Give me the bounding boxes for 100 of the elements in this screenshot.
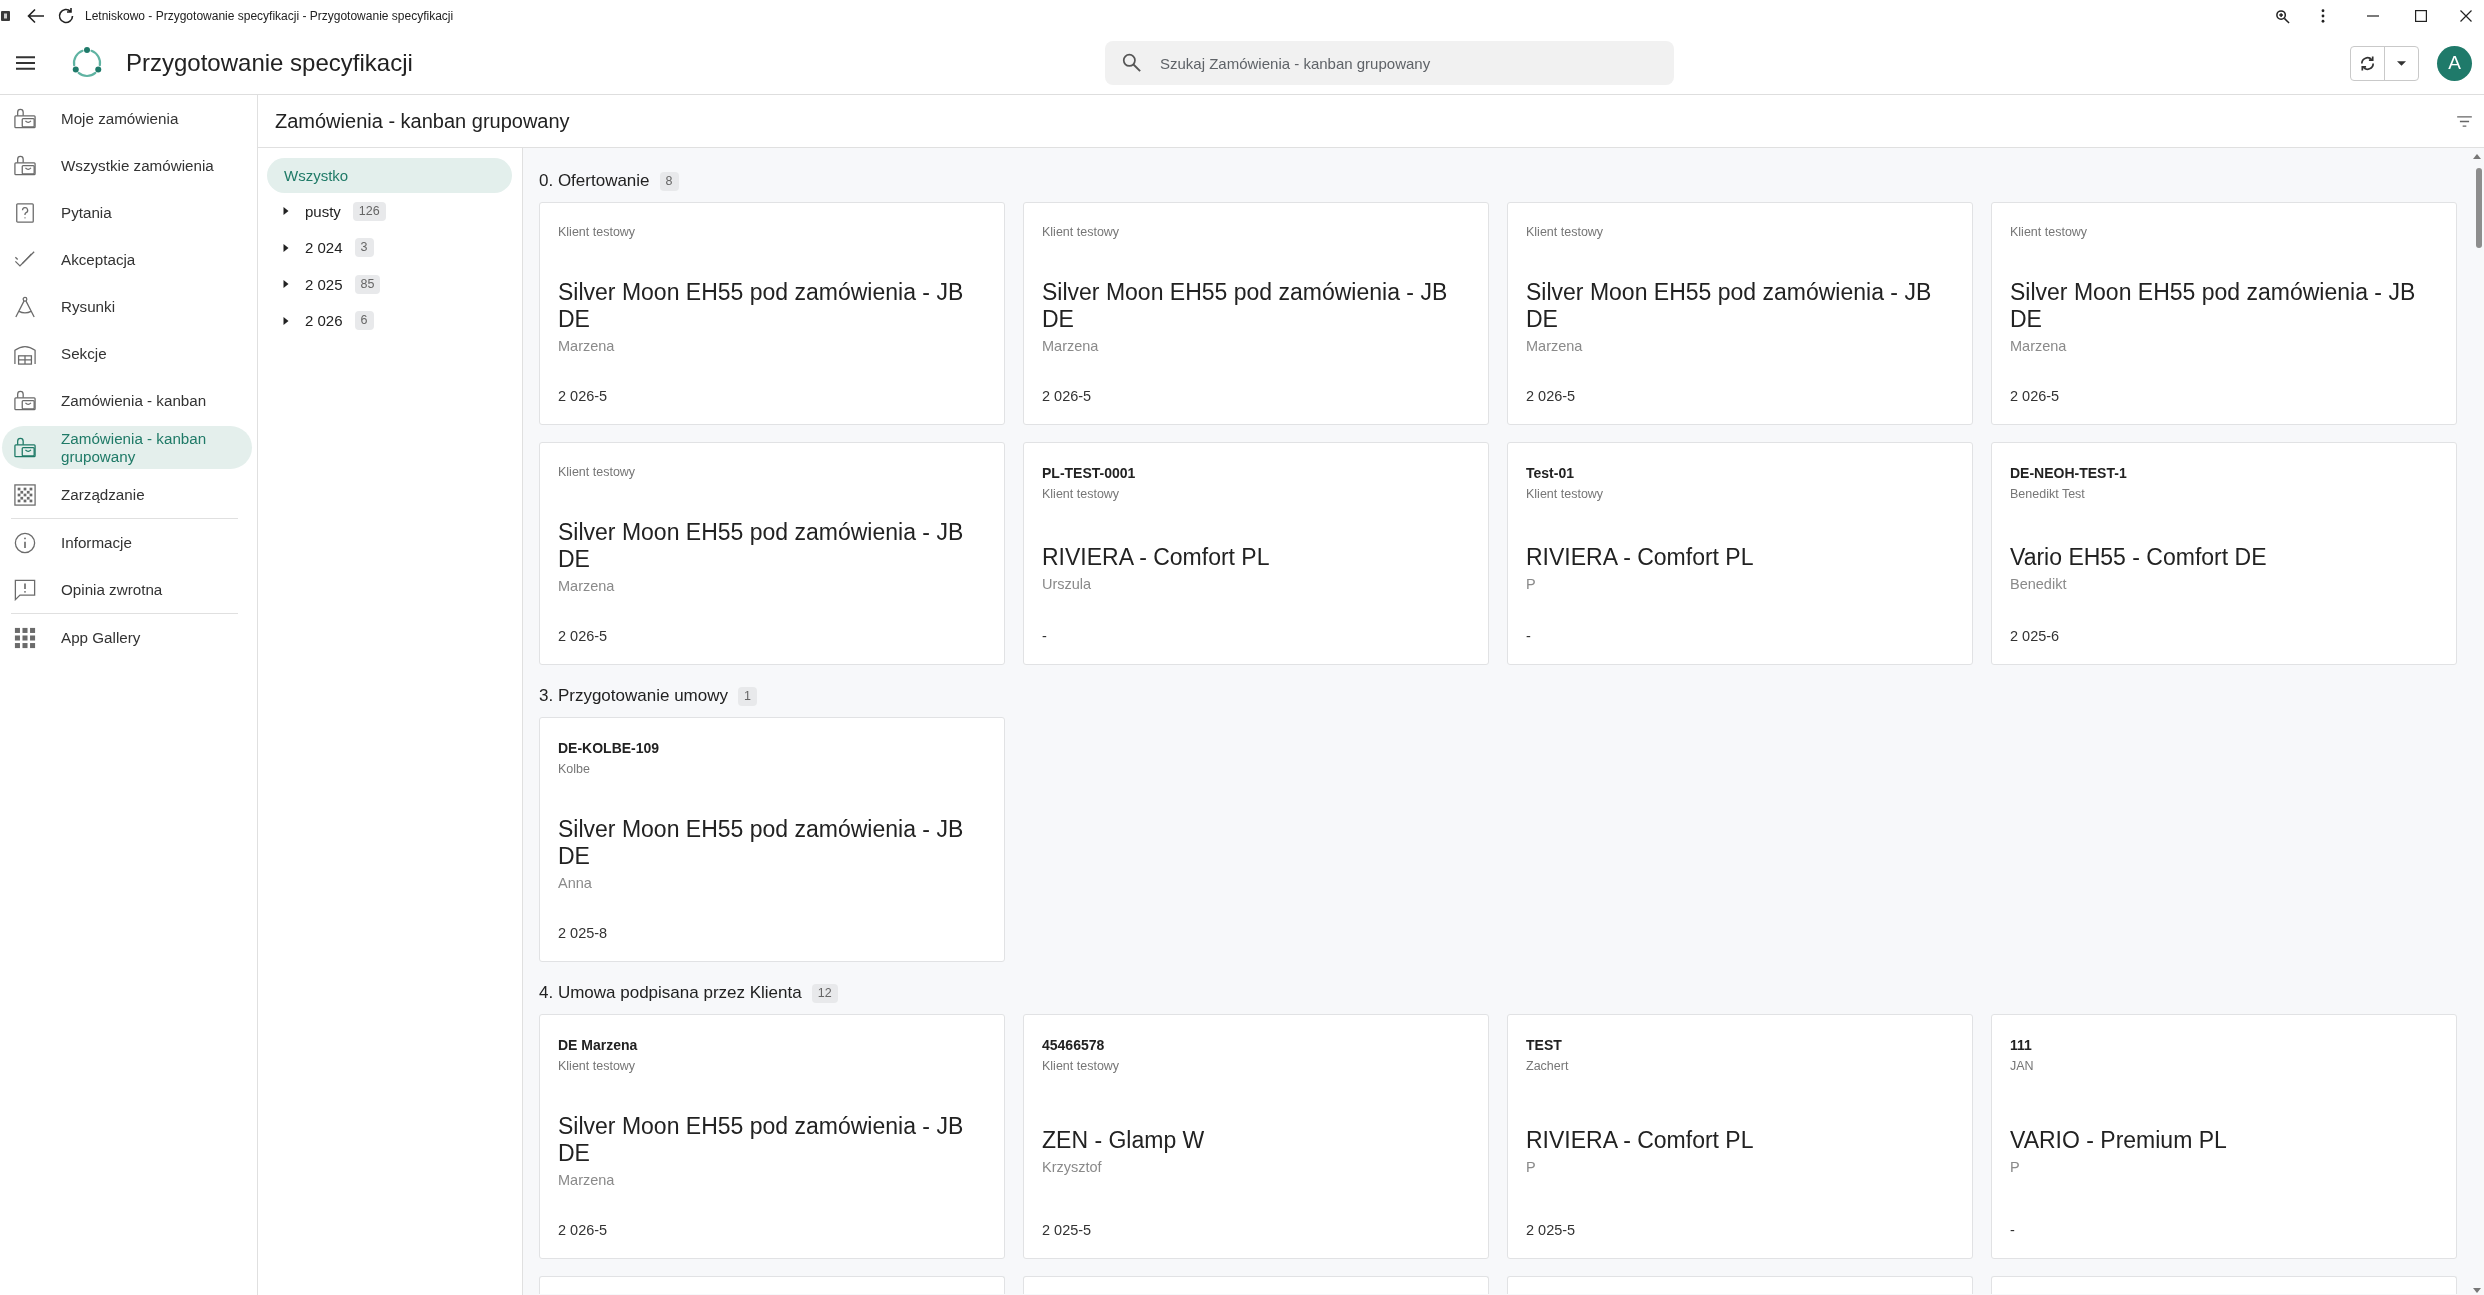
tree-item[interactable]: Wszystko (267, 158, 512, 193)
client-name: Klient testowy (1042, 224, 1120, 241)
count-badge: 8 (659, 171, 679, 191)
order-card[interactable]: DE Marzena Klient testowy Silver Moon EH55 pod zamówienia - JB DE Marzena 2 026-5 (539, 1014, 1005, 1259)
order-card[interactable]: Klient testowy Silver Moon EH55 pod zamówienia - JB DE Marzena 2 026-5 (1507, 202, 1973, 425)
shopping-bag-icon (14, 107, 36, 130)
order-title: RIVIERA - Comfort PL (1526, 543, 1754, 571)
group-title: 0. Ofertowanie (539, 171, 650, 191)
count-badge: 3 (354, 238, 374, 258)
order-code: 111 (2010, 1036, 2032, 1055)
avatar[interactable]: A (2437, 45, 2472, 81)
sidebar-item[interactable]: Zarządzanie (2, 473, 252, 516)
sidebar-item[interactable]: Zamówienia - kanban grupowany (2, 426, 252, 469)
maximize-icon[interactable] (2415, 10, 2427, 22)
sidebar-item[interactable]: Informacje (2, 521, 252, 564)
order-card[interactable]: Test-01 Klient testowy RIVIERA - Comfort PL P - (1507, 442, 1973, 665)
order-card[interactable]: Klient testowy Silver Moon EH55 pod zamówienia - JB DE Marzena 2 026-5 (1023, 202, 1489, 425)
order-card[interactable]: 111 JAN VARIO - Premium PL P - (1991, 1014, 2457, 1259)
zoom-in-icon[interactable] (2275, 8, 2290, 24)
client-name: Benedikt Test (2010, 486, 2085, 503)
tree-item[interactable]: pusty 126 (258, 193, 512, 230)
question-mark-icon (14, 201, 36, 224)
order-code: DE Marzena (558, 1036, 638, 1055)
shopping-bag-icon (14, 154, 36, 177)
reload-icon[interactable] (57, 7, 75, 25)
count-badge: 126 (352, 201, 386, 221)
order-card[interactable]: DE-KOLBE-109 Kolbe Silver Moon EH55 pod zamówienia - JB DE Anna 2 025-8 (539, 717, 1005, 962)
order-code: TEST (1526, 1036, 1562, 1055)
caret-right-icon[interactable] (282, 206, 290, 217)
person-name: Marzena (1526, 337, 1583, 356)
app-title: Przygotowanie specyfikacji (126, 49, 413, 77)
count-badge: 6 (354, 311, 374, 331)
back-arrow-icon[interactable] (27, 7, 45, 25)
caret-right-icon[interactable] (282, 279, 290, 290)
filter-icon[interactable] (2457, 115, 2472, 127)
person-name: P (1526, 1157, 1536, 1177)
scroll-up-icon[interactable] (2473, 154, 2481, 159)
person-name: Marzena (558, 1171, 615, 1190)
order-date: 2 026-5 (1042, 387, 1092, 406)
shopping-bag-icon (14, 436, 36, 459)
apps-grid-icon (14, 626, 36, 649)
order-card[interactable]: Klient testowy Silver Moon EH55 pod zamówienia - JB DE Marzena 2 026-5 (539, 202, 1005, 425)
tree-item[interactable]: 2 024 3 (258, 229, 512, 266)
order-date: 2 026-5 (558, 627, 608, 646)
order-card[interactable]: Klient testowy Silver Moon EH55 pod zamówienia - JB DE Marzena 2 026-5 (1991, 202, 2457, 425)
person-name: Marzena (558, 577, 615, 596)
sidebar-item[interactable]: Zamówienia - kanban (2, 379, 252, 422)
person-name: P (1526, 574, 1536, 594)
order-card[interactable]: Klient testowy Silver Moon EH55 pod zamówienia - JB DE Marzena 2 026-5 (539, 442, 1005, 665)
info-icon (14, 531, 36, 554)
close-icon[interactable] (2460, 10, 2472, 22)
client-name: Klient testowy (1042, 1058, 1120, 1075)
order-date: - (2010, 1221, 2015, 1240)
person-name: Benedikt (2010, 574, 2067, 594)
order-title: Silver Moon EH55 pod zamówienia - JB DE (558, 519, 965, 573)
tree-item[interactable]: 2 025 85 (258, 266, 512, 303)
sidebar-item[interactable]: Opinia zwrotna (2, 568, 252, 611)
shopping-bag-icon (14, 389, 36, 412)
order-title: Silver Moon EH55 pod zamówienia - JB DE (1526, 279, 1933, 333)
caret-right-icon[interactable] (282, 315, 290, 326)
drafting-compass-icon (14, 295, 36, 318)
scrollbar-thumb[interactable] (2476, 168, 2482, 248)
order-date: 2 025-5 (1042, 1221, 1092, 1240)
order-card[interactable]: TEST Zachert RIVIERA - Comfort PL P 2 025-5 (1507, 1014, 1973, 1259)
order-title: ZEN - Glamp W (1042, 1126, 1205, 1154)
order-title: Silver Moon EH55 pod zamówienia - JB DE (2010, 279, 2417, 333)
order-card[interactable]: 45466578 Klient testowy ZEN - Glamp W Krzysztof 2 025-5 (1023, 1014, 1489, 1259)
order-card[interactable]: PL-TEST-0001 Klient testowy RIVIERA - Comfort PL Urszula - (1023, 442, 1489, 665)
person-name: Marzena (1042, 337, 1099, 356)
order-code: PL-TEST-0001 (1042, 464, 1136, 483)
sidebar-item[interactable]: Pytania (2, 191, 252, 234)
sidebar-item[interactable]: Sekcje (2, 332, 252, 375)
sidebar-item[interactable]: Akceptacja (2, 238, 252, 281)
scroll-down-icon[interactable] (2473, 1288, 2481, 1293)
client-name: Zachert (1526, 1058, 1569, 1075)
menu-icon[interactable] (16, 56, 35, 70)
sidebar-item[interactable]: App Gallery (2, 616, 252, 659)
order-date: - (1042, 627, 1047, 646)
count-badge: 85 (354, 274, 381, 294)
client-name: Klient testowy (2010, 224, 2088, 241)
search-icon (1122, 53, 1141, 72)
search-field[interactable]: Szukaj Zamówienia - kanban grupowany (1105, 41, 1674, 85)
page-title: Zamówienia - kanban grupowany (275, 109, 570, 133)
client-name: JAN (2010, 1058, 2034, 1075)
order-card[interactable]: DE-NEOH-TEST-1 Benedikt Test Vario EH55 - Comfort DE Benedikt 2 025-6 (1991, 442, 2457, 665)
caret-down-icon (2397, 60, 2406, 66)
sidebar-item[interactable]: Moje zamówienia (2, 97, 252, 140)
order-code: DE-KOLBE-109 (558, 739, 660, 758)
more-options-icon[interactable] (2321, 9, 2325, 23)
order-code: 45466578 (1042, 1036, 1105, 1055)
order-title: Vario EH55 - Comfort DE (2010, 543, 2267, 571)
person-name: P (2010, 1157, 2020, 1177)
order-date: 2 025-5 (1526, 1221, 1576, 1240)
client-name: Klient testowy (558, 1058, 636, 1075)
order-code: Test-01 (1526, 464, 1574, 483)
sidebar-item[interactable]: Wszystkie zamówienia (2, 144, 252, 187)
tree-item[interactable]: 2 026 6 (258, 302, 512, 339)
caret-right-icon[interactable] (282, 242, 290, 253)
order-title: Silver Moon EH55 pod zamówienia - JB DE (558, 816, 965, 870)
sidebar-item[interactable]: Rysunki (2, 285, 252, 328)
